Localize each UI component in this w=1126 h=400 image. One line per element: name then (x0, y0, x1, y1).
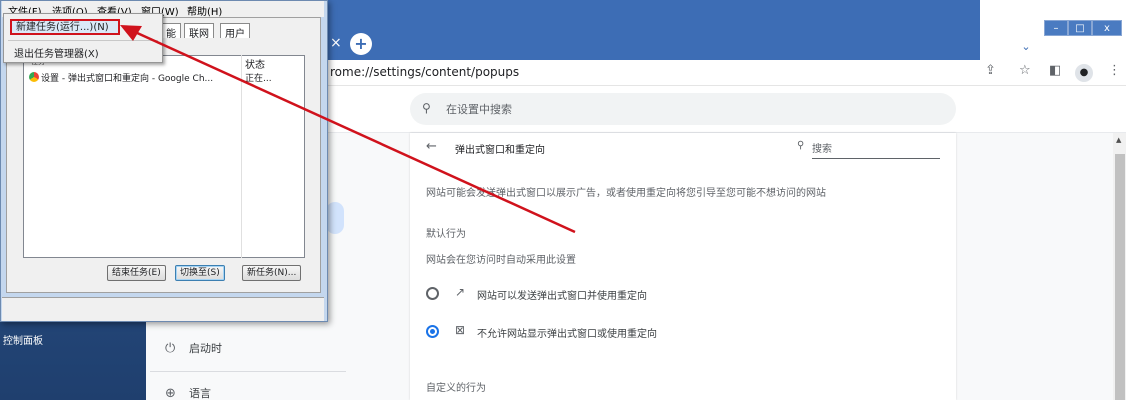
annotation-arrow (120, 25, 576, 234)
annotation-arrow-line (134, 30, 576, 234)
